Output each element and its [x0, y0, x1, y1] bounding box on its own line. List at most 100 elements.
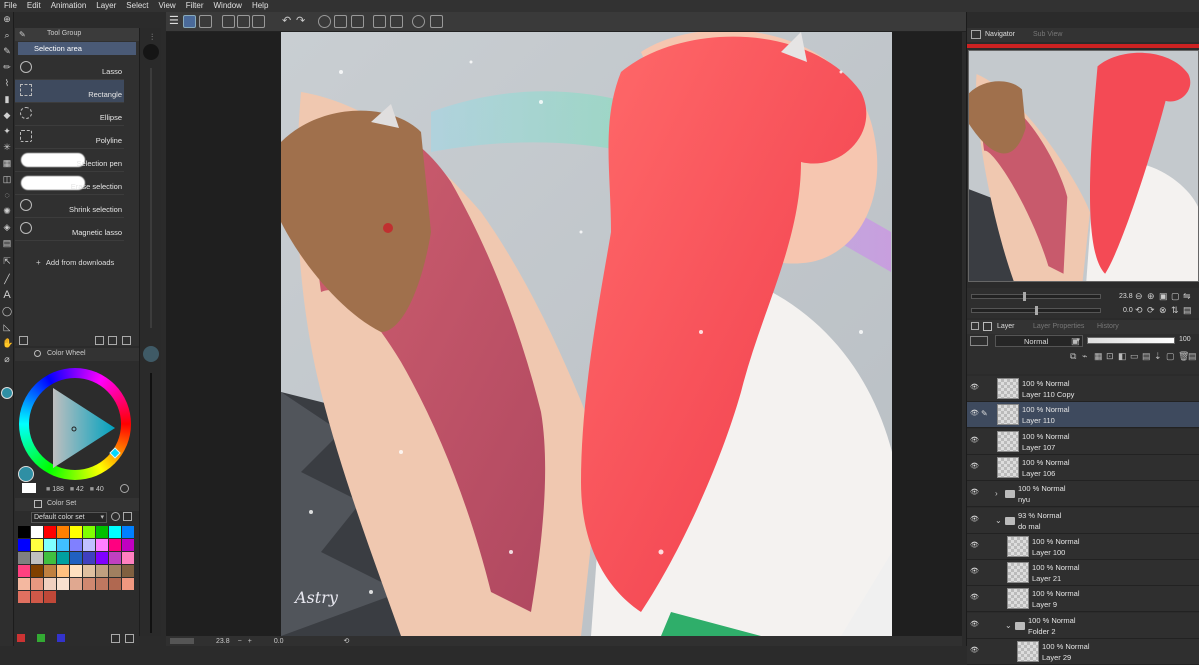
color-swatch[interactable] — [18, 539, 30, 551]
add-from-downloads[interactable]: + Add from downloads — [36, 258, 114, 267]
lock-icon[interactable]: ⊡ — [1106, 351, 1114, 362]
correct-line-icon[interactable]: ◺ — [2, 322, 12, 332]
hand-icon[interactable]: ✋ — [2, 338, 13, 348]
navigator-preview[interactable] — [968, 50, 1199, 282]
color-swatch[interactable] — [122, 539, 134, 551]
navigator-settings-icon[interactable]: ▤ — [1183, 305, 1192, 316]
subtool-polyline[interactable]: Polyline — [15, 126, 124, 149]
transform-icon[interactable] — [351, 15, 364, 28]
tab-sub-view[interactable]: Sub View — [1033, 31, 1062, 38]
merge-icon[interactable]: ⇣ — [1154, 351, 1162, 362]
fill-icon[interactable] — [334, 15, 347, 28]
color-swatch[interactable] — [44, 526, 56, 538]
chevron-right-icon[interactable]: › — [995, 489, 998, 498]
replace-color-icon[interactable] — [37, 634, 45, 642]
fill-bucket-icon[interactable]: ◈ — [2, 222, 12, 232]
scroll-thumb[interactable] — [170, 638, 194, 644]
zoom-in-icon[interactable]: ⊕ — [1147, 291, 1155, 302]
tutorial-icon[interactable] — [430, 15, 443, 28]
add-color-icon[interactable] — [17, 634, 25, 642]
menu-file[interactable]: File — [0, 0, 23, 12]
blend-icon[interactable]: ✦ — [2, 126, 12, 136]
color-swatch[interactable] — [96, 565, 108, 577]
tab-history[interactable]: History — [1097, 323, 1119, 330]
tab-layer-properties[interactable]: Layer Properties — [1033, 323, 1084, 330]
color-swatch[interactable] — [18, 578, 30, 590]
move-icon[interactable]: ⊕ — [2, 14, 12, 24]
ruler-icon[interactable]: ◫ — [2, 174, 12, 184]
layer-options-icon[interactable]: ▤ — [1188, 351, 1197, 362]
color-swatch[interactable] — [96, 539, 108, 551]
subtool-shrink-selection[interactable]: Shrink selection — [15, 195, 124, 218]
open-file-icon[interactable] — [237, 15, 250, 28]
color-swatch[interactable] — [44, 565, 56, 577]
auto-select-icon[interactable]: ✺ — [2, 206, 12, 216]
color-swatch[interactable] — [70, 552, 82, 564]
canvas-view-icon[interactable] — [183, 15, 196, 28]
new-file-icon[interactable] — [222, 15, 235, 28]
color-swatch[interactable] — [122, 565, 134, 577]
menu-window[interactable]: Window — [210, 0, 248, 12]
pen-icon[interactable]: ✎ — [2, 46, 12, 56]
rotate-left-icon[interactable]: ⟲ — [1135, 305, 1143, 316]
rotate-right-icon[interactable]: ⟳ — [1147, 305, 1155, 316]
menu-edit[interactable]: Edit — [23, 0, 47, 12]
layer-color-icon[interactable] — [970, 336, 988, 346]
panel-menu-icon[interactable] — [19, 336, 28, 345]
balloon-icon[interactable]: ◯ — [2, 306, 12, 316]
color-swatch[interactable] — [70, 539, 82, 551]
delete-subtool-icon[interactable] — [122, 336, 131, 345]
zoom-in-icon[interactable]: + — [248, 638, 252, 645]
color-swatch[interactable] — [122, 552, 134, 564]
save-icon[interactable] — [252, 15, 265, 28]
flip-horizontal-icon[interactable]: ⇋ — [1183, 291, 1191, 302]
color-swatch[interactable] — [122, 526, 134, 538]
sub-tool-current[interactable]: Selection area — [18, 42, 136, 55]
layer-row[interactable]: 👁 100 % Normal Layer 107 — [967, 429, 1199, 455]
color-swatch[interactable] — [109, 578, 121, 590]
layer-panel-menu-icon[interactable] — [971, 322, 979, 330]
menu-help[interactable]: Help — [248, 0, 274, 12]
subtool-rectangle[interactable]: Rectangle — [15, 80, 124, 103]
frame-icon[interactable]: ▦ — [2, 158, 12, 168]
ruler-layer-icon[interactable]: ▭ — [1130, 351, 1139, 362]
visibility-eye-icon[interactable]: 👁 — [970, 489, 979, 497]
reset-rotation-icon[interactable]: ⊗ — [1159, 305, 1167, 316]
menu-view[interactable]: View — [155, 0, 182, 12]
mask-icon[interactable]: ◧ — [1118, 351, 1127, 362]
menu-layer[interactable]: Layer — [92, 0, 122, 12]
layer-row[interactable]: 👁 100 % Normal Layer 110 Copy — [967, 376, 1199, 402]
color-swatch[interactable] — [18, 565, 30, 577]
tab-layer[interactable]: Layer — [997, 323, 1015, 330]
settings-icon[interactable] — [390, 15, 403, 28]
layer-row[interactable]: 👁 ✎ 100 % Normal Layer 110 — [967, 402, 1199, 428]
color-swatch[interactable] — [18, 526, 30, 538]
zoom-out-icon[interactable]: − — [238, 638, 242, 645]
menu-animation[interactable]: Animation — [47, 0, 93, 12]
color-swatch[interactable] — [57, 552, 69, 564]
palette-color-icon[interactable]: ▤ — [1142, 351, 1151, 362]
rotate-slider-handle[interactable] — [1035, 306, 1038, 315]
color-set-settings-icon[interactable] — [123, 512, 132, 521]
saturation-triangle[interactable] — [29, 378, 121, 470]
layer-row[interactable]: 👁 100 % Normal Layer 21 — [967, 560, 1199, 586]
color-swatch[interactable] — [70, 565, 82, 577]
visibility-eye-icon[interactable]: 👁 — [970, 594, 979, 602]
color-set-select[interactable]: Default color set ▾ — [31, 512, 107, 523]
color-swatch[interactable] — [109, 552, 121, 564]
color-set-copy-icon[interactable] — [111, 634, 120, 643]
visibility-eye-icon[interactable]: 👁 — [970, 410, 979, 418]
copy-subtool-icon[interactable] — [95, 336, 104, 345]
delete-color-icon[interactable] — [57, 634, 65, 642]
color-swatch[interactable] — [122, 578, 134, 590]
text-icon[interactable]: A — [2, 290, 12, 301]
help-icon[interactable] — [412, 15, 425, 28]
color-swatch[interactable] — [31, 578, 43, 590]
subtool-selection-pen[interactable]: Selection pen — [15, 149, 124, 172]
subtool-erase-selection[interactable]: Erase selection — [15, 172, 124, 195]
main-color-swatch[interactable] — [1, 387, 13, 399]
redo-icon[interactable]: ↷ — [296, 15, 309, 28]
subtool-lasso[interactable]: Lasso — [15, 57, 124, 80]
color-swatch[interactable] — [96, 526, 108, 538]
layer-view-icon[interactable] — [199, 15, 212, 28]
